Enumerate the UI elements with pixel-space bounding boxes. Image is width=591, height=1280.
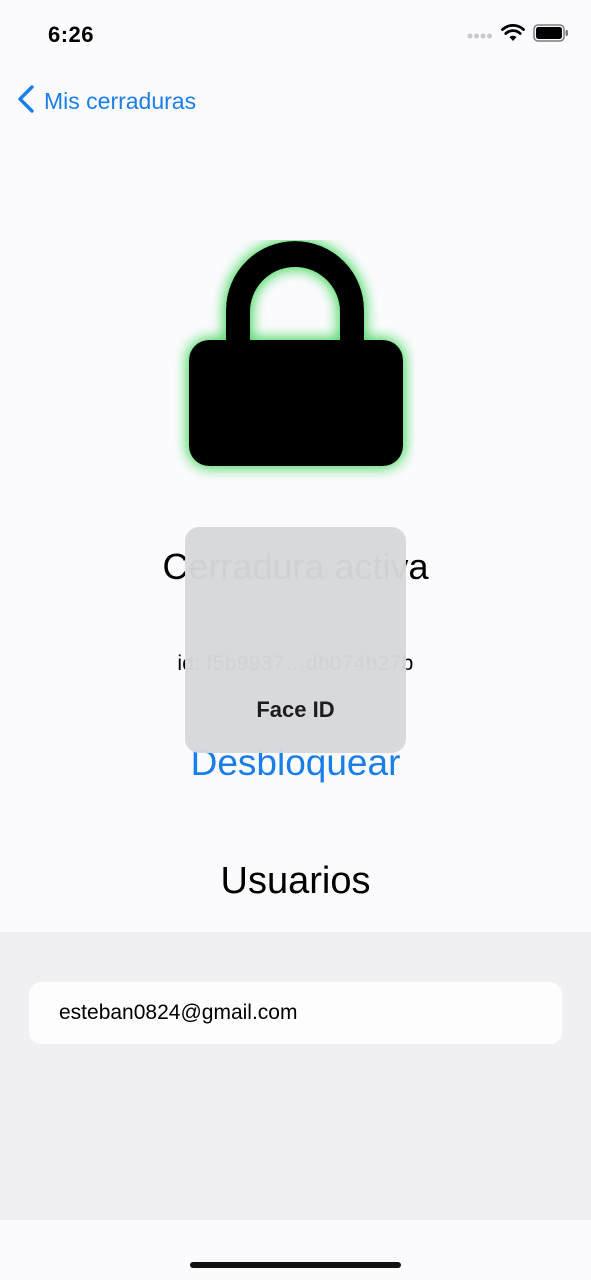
bottom-bar bbox=[0, 1220, 591, 1280]
status-bar: 6:26 bbox=[0, 0, 591, 70]
back-button-label: Mis cerraduras bbox=[44, 87, 197, 114]
faceid-label: Face ID bbox=[256, 697, 335, 722]
chevron-left-icon bbox=[16, 84, 36, 119]
cellular-signal-icon bbox=[467, 27, 493, 45]
users-section-title: Usuarios bbox=[220, 860, 371, 902]
users-list: esteban0824@gmail.com bbox=[0, 932, 591, 1220]
status-time: 6:26 bbox=[48, 22, 95, 47]
faceid-dialog: Face ID bbox=[185, 527, 406, 753]
home-indicator[interactable] bbox=[190, 1262, 401, 1268]
user-list-item[interactable]: esteban0824@gmail.com bbox=[29, 982, 562, 1044]
user-email: esteban0824@gmail.com bbox=[59, 1001, 298, 1024]
status-icons bbox=[467, 24, 569, 47]
padlock-icon bbox=[175, 240, 415, 480]
wifi-icon bbox=[501, 24, 525, 47]
battery-icon bbox=[533, 24, 569, 47]
back-button[interactable]: Mis cerraduras bbox=[16, 84, 196, 118]
